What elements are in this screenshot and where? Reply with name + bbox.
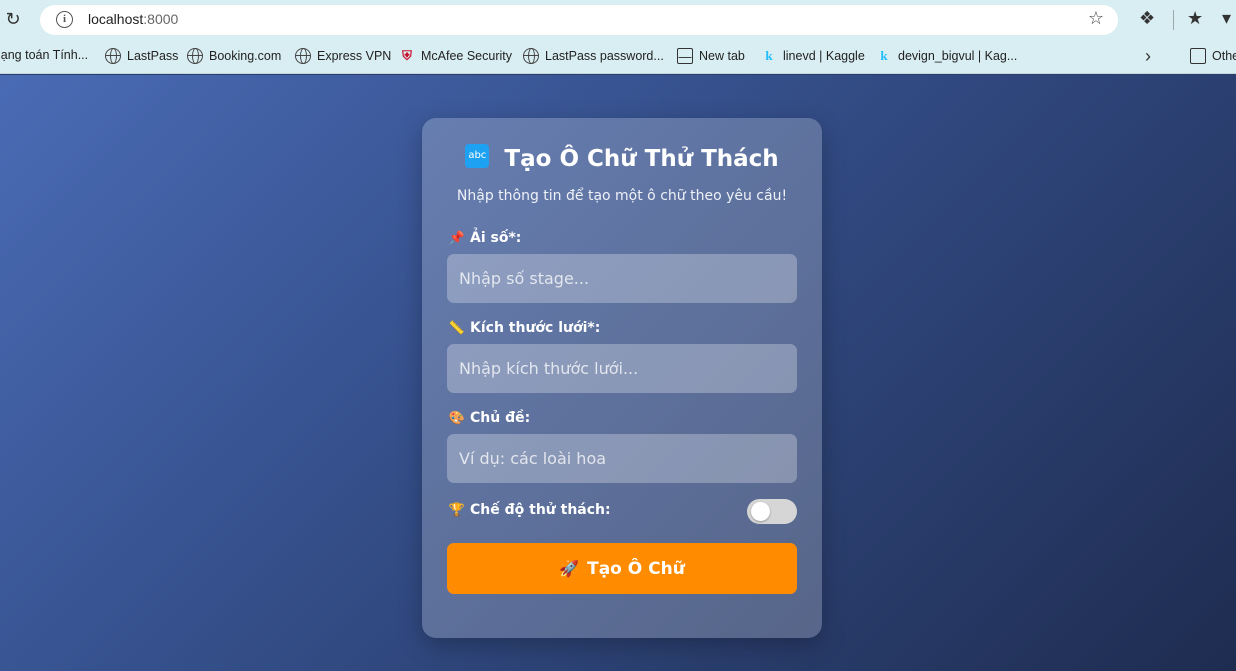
- kaggle-icon: k: [880, 48, 888, 63]
- bookmark-label: McAfee Security: [421, 49, 513, 63]
- reload-icon[interactable]: ↻: [2, 9, 24, 31]
- bookmark-star-icon[interactable]: ☆: [1088, 8, 1104, 29]
- menu-chevron-icon[interactable]: ▾: [1222, 8, 1231, 29]
- globe-icon: [187, 48, 203, 64]
- bookmark-label: devign_bigvul | Kag...: [898, 49, 1018, 63]
- card-header: abc Tạo Ô Chữ Thử Thách: [422, 144, 822, 172]
- challenge-mode-label: 🏆 Chế độ thử thách:: [448, 502, 611, 518]
- bookmark-item[interactable]: — New tab: [677, 48, 745, 64]
- grid-size-label: 📏 Kích thước lưới*:: [448, 320, 600, 336]
- kaggle-icon: k: [765, 48, 773, 63]
- bookmark-item[interactable]: ⛨ McAfee Security: [399, 48, 512, 64]
- page-subtitle: Nhập thông tin để tạo một ô chữ theo yêu…: [456, 188, 788, 204]
- create-crossword-button[interactable]: 🚀 Tạo Ô Chữ: [447, 543, 797, 594]
- bookmark-label: Othe: [1212, 49, 1236, 63]
- bookmark-folder[interactable]: Othe: [1190, 48, 1236, 64]
- extensions-icon[interactable]: ❖: [1139, 8, 1155, 29]
- bookmark-label: linevd | Kaggle: [783, 49, 865, 63]
- create-crossword-label: Tạo Ô Chữ: [587, 558, 685, 579]
- rocket-icon: 🚀: [559, 559, 580, 578]
- stage-label: 📌 Ải số*:: [448, 230, 521, 246]
- trophy-icon: 🏆: [448, 502, 466, 518]
- tab-icon: —: [677, 48, 693, 64]
- crossword-form-card: abc Tạo Ô Chữ Thử Thách Nhập thông tin đ…: [422, 118, 822, 638]
- bookmark-label: LastPass: [127, 49, 179, 63]
- pushpin-icon: 📌: [448, 230, 466, 246]
- grid-size-input[interactable]: [447, 344, 797, 393]
- bookmark-label: Express VPN: [317, 49, 392, 63]
- page-title: Tạo Ô Chữ Thử Thách: [504, 146, 779, 172]
- bookmark-item[interactable]: k devign_bigvul | Kag...: [876, 48, 1017, 64]
- bookmark-label: LastPass password...: [545, 49, 664, 63]
- bookmark-label: Booking.com: [209, 49, 282, 63]
- topic-label: 🎨 Chủ đề:: [448, 410, 530, 426]
- bookmark-label: New tab: [699, 49, 745, 63]
- bookmark-item[interactable]: LastPass: [105, 48, 178, 64]
- bookmark-item[interactable]: LastPass password...: [523, 48, 664, 64]
- toggle-knob: [751, 502, 770, 521]
- bookmark-item[interactable]: Express VPN: [295, 48, 391, 64]
- abc-icon: abc: [465, 144, 490, 168]
- favorites-icon[interactable]: ★: [1187, 8, 1203, 29]
- url-text[interactable]: localhost:8000: [88, 11, 178, 27]
- challenge-mode-toggle[interactable]: [747, 499, 797, 524]
- bookmark-label: lạng toán Tính...: [0, 48, 89, 62]
- toolbar-divider: [1173, 10, 1174, 30]
- challenge-mode-label-text: Chế độ thử thách:: [470, 502, 611, 518]
- ruler-icon: 📏: [448, 320, 466, 336]
- globe-icon: [295, 48, 311, 64]
- palette-icon: 🎨: [448, 410, 466, 426]
- bookmark-item[interactable]: lạng toán Tính...: [0, 48, 88, 62]
- grid-size-label-text: Kích thước lưới*:: [470, 320, 601, 336]
- bookmarks-bar: lạng toán Tính... LastPass Booking.com E…: [0, 40, 1236, 74]
- globe-icon: [105, 48, 121, 64]
- bookmark-item[interactable]: Booking.com: [187, 48, 281, 64]
- browser-toolbar: ↻ i localhost:8000 ☆ ❖ ★ ▾: [0, 0, 1236, 40]
- url-port: :8000: [143, 11, 179, 27]
- chevron-right-icon[interactable]: ›: [1145, 46, 1151, 67]
- stage-label-text: Ải số*:: [470, 230, 522, 246]
- bookmark-item[interactable]: k linevd | Kaggle: [761, 48, 865, 64]
- topic-label-text: Chủ đề:: [470, 410, 531, 426]
- stage-input[interactable]: [447, 254, 797, 303]
- folder-icon: [1190, 48, 1206, 64]
- mcafee-icon: ⛨: [402, 48, 412, 63]
- site-info-icon[interactable]: i: [56, 11, 73, 28]
- page-background: abc Tạo Ô Chữ Thử Thách Nhập thông tin đ…: [0, 75, 1236, 671]
- address-bar[interactable]: i localhost:8000 ☆: [40, 5, 1118, 35]
- topic-input[interactable]: [447, 434, 797, 483]
- globe-icon: [523, 48, 539, 64]
- url-host: localhost: [88, 11, 144, 27]
